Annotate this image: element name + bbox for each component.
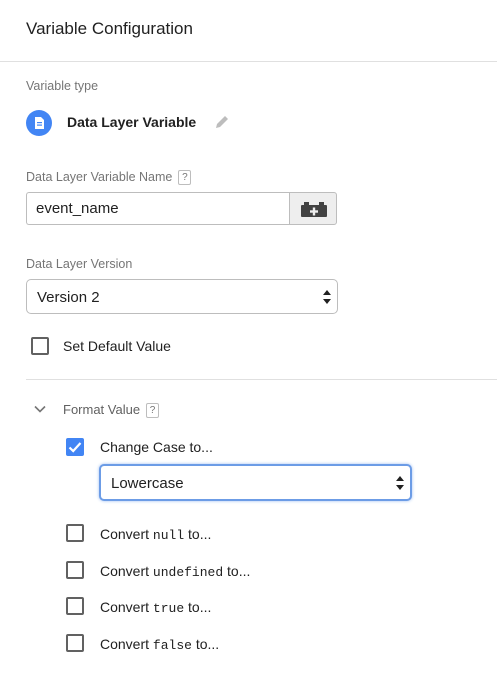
variable-name-input[interactable] [26, 192, 289, 225]
variable-type-name[interactable]: Data Layer Variable [67, 114, 196, 130]
convert-code: true [152, 601, 185, 616]
variable-name-label: Data Layer Variable Name? [26, 170, 192, 185]
page-title: Variable Configuration [26, 19, 193, 38]
convert-code: null [152, 528, 185, 543]
convert-prefix: Convert [100, 636, 153, 652]
version-select[interactable]: Version 2 [26, 279, 338, 314]
convert-undefined-checkbox[interactable] [66, 561, 84, 579]
help-icon[interactable]: ? [178, 170, 192, 185]
version-label: Data Layer Version [26, 257, 133, 271]
convert-prefix: Convert [100, 563, 153, 579]
convert-false-checkbox[interactable] [66, 634, 84, 652]
format-value-title-text: Format Value [63, 402, 141, 417]
chevron-down-icon[interactable] [34, 405, 46, 413]
convert-suffix: to... [223, 563, 251, 579]
convert-code: false [152, 638, 192, 653]
default-value-label: Set Default Value [63, 338, 171, 354]
variable-configuration-panel: Variable Configuration Variable type Dat… [0, 0, 497, 691]
document-icon [26, 110, 52, 136]
variable-brick-icon [301, 202, 327, 217]
convert-true-label: Convert true to... [100, 599, 211, 616]
change-case-checkbox[interactable] [66, 438, 84, 456]
convert-prefix: Convert [100, 526, 153, 542]
select-arrows-icon [323, 290, 331, 304]
change-case-select-value: Lowercase [111, 475, 184, 492]
section-divider [26, 379, 497, 380]
insert-variable-button[interactable] [289, 192, 337, 225]
version-select-value: Version 2 [37, 289, 100, 306]
pencil-icon[interactable] [214, 114, 230, 130]
convert-undefined-label: Convert undefined to... [100, 563, 250, 580]
panel-header: Variable Configuration [0, 0, 497, 62]
convert-true-checkbox[interactable] [66, 597, 84, 615]
convert-null-checkbox[interactable] [66, 524, 84, 542]
checkmark-icon [68, 442, 82, 453]
help-icon[interactable]: ? [146, 403, 160, 418]
variable-name-label-text: Data Layer Variable Name [26, 170, 173, 184]
convert-null-label: Convert null to... [100, 526, 211, 543]
convert-suffix: to... [184, 526, 212, 542]
variable-type-label: Variable type [26, 79, 99, 93]
default-value-checkbox[interactable] [31, 337, 49, 355]
format-value-title[interactable]: Format Value? [63, 402, 160, 418]
convert-false-label: Convert false to... [100, 636, 219, 653]
change-case-select[interactable]: Lowercase [99, 464, 412, 501]
convert-suffix: to... [191, 636, 220, 652]
convert-prefix: Convert [100, 599, 153, 615]
change-case-label: Change Case to... [100, 439, 213, 455]
select-arrows-icon [396, 476, 404, 490]
convert-code: undefined [152, 565, 224, 580]
convert-suffix: to... [184, 599, 212, 615]
